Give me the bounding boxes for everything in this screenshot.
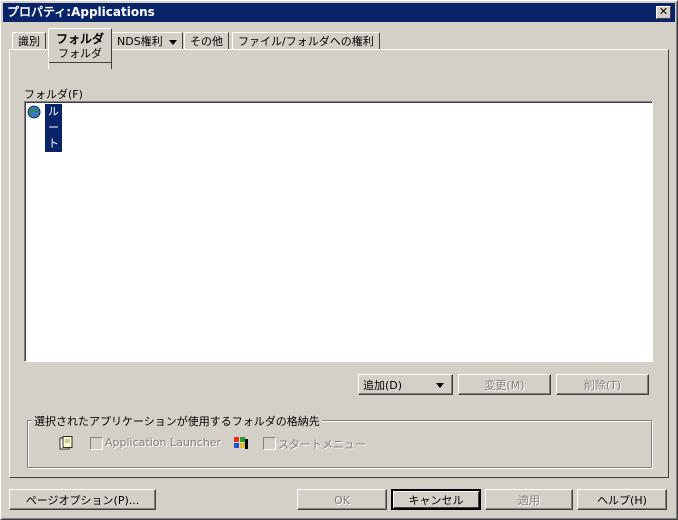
folder-list-label: フォルダ(F) <box>24 88 83 101</box>
start-menu-label: スタートメニュー <box>278 438 366 451</box>
window-title: プロパティ:Applications <box>7 5 155 19</box>
page-options-button[interactable]: ページオプション(P)... <box>9 489 156 510</box>
globe-icon <box>27 105 41 119</box>
tab-label: その他 <box>190 35 223 48</box>
title-bar: プロパティ:Applications ✕ <box>3 3 675 22</box>
add-button[interactable]: 追加(D) <box>358 374 453 395</box>
chevron-down-icon <box>436 383 444 388</box>
change-button[interactable]: 変更(M) <box>458 374 551 395</box>
tab-nds-rights[interactable]: NDS権利 <box>111 32 183 50</box>
apply-button[interactable]: 適用 <box>485 489 573 510</box>
start-menu-checkbox[interactable] <box>263 437 276 450</box>
app-launcher-checkbox[interactable] <box>90 437 103 450</box>
folder-tree[interactable]: ルート <box>24 101 653 362</box>
tab-file-folder-rights[interactable]: ファイル/フォルダへの権利 <box>232 32 380 50</box>
storage-location-group-label: 選択されたアプリケーションが使用するフォルダの格納先 <box>32 413 322 429</box>
cancel-button[interactable]: キャンセル <box>391 489 481 510</box>
app-launcher-label: Application Launcher <box>105 436 222 449</box>
tab-label: NDS権利 <box>117 35 163 48</box>
tab-label: ファイル/フォルダへの権利 <box>238 35 374 48</box>
tree-item-label: ルート <box>45 104 62 152</box>
tab-folder[interactable]: フォルダ フォルダ <box>48 28 112 69</box>
delete-button[interactable]: 削除(T) <box>556 374 649 395</box>
tab-identification[interactable]: 識別 <box>12 32 46 50</box>
app-launcher-icon <box>59 436 73 450</box>
close-icon[interactable]: ✕ <box>656 6 671 19</box>
chevron-down-icon <box>168 39 177 45</box>
tab-other[interactable]: その他 <box>184 32 229 50</box>
add-button-label: 追加(D) <box>363 379 403 392</box>
help-button[interactable]: ヘルプ(H) <box>577 489 667 510</box>
tab-label: フォルダ <box>55 32 104 46</box>
tab-label: 識別 <box>18 35 40 48</box>
tab-sub-label: フォルダ <box>58 47 102 60</box>
windows-start-icon <box>234 437 248 449</box>
ok-button[interactable]: OK <box>297 489 387 510</box>
